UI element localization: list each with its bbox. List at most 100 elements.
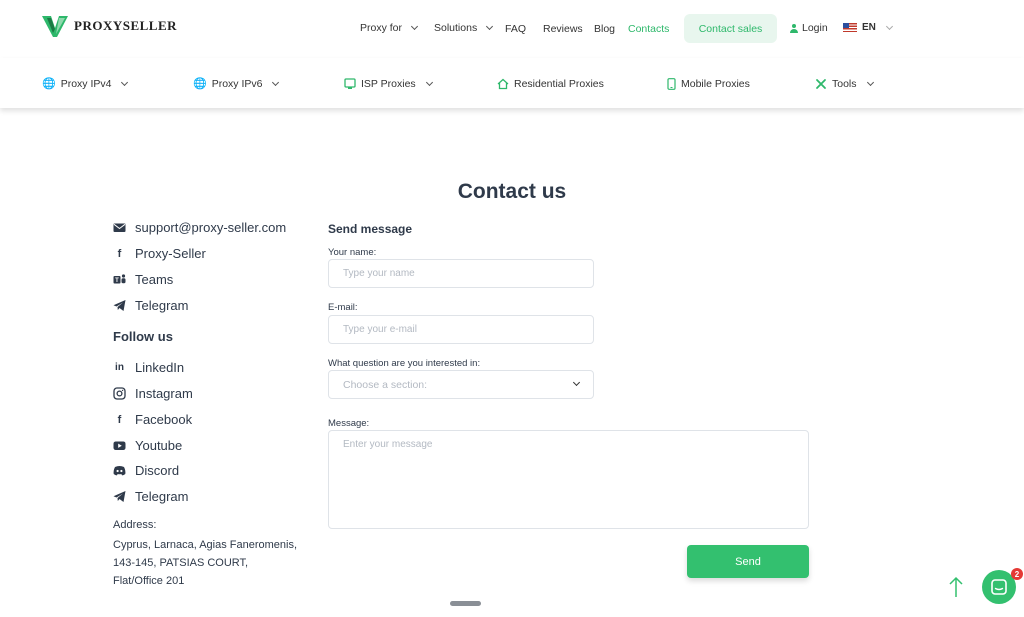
scroll-to-top-icon[interactable] [948,576,964,598]
nav-proxy-for[interactable]: Proxy for [360,22,419,34]
social-telegram-label: Telegram [135,489,189,504]
send-button[interactable]: Send [687,545,809,578]
tools-icon [816,79,826,89]
chat-icon [991,579,1007,595]
chevron-down-icon [885,22,893,30]
contact-teams-label: Teams [135,272,174,287]
home-icon [497,78,509,90]
nav-faq-label: FAQ [505,23,527,35]
instagram-icon [113,387,126,400]
login-link[interactable]: Login [790,22,828,34]
social-youtube-label: Youtube [135,438,183,453]
social-discord-label: Discord [135,463,180,478]
linkedin-icon: in [115,362,124,373]
chevron-down-icon [486,22,494,31]
page-title: Contact us [457,180,567,203]
email-icon [113,223,126,232]
chevron-down-icon [410,22,419,31]
subnav-proxy-ipv6-label: Proxy IPv6 [211,78,263,90]
social-telegram[interactable]: Telegram [113,489,188,504]
address-line: Flat/Office 201 [113,575,185,587]
address-label: Address: [113,519,157,531]
question-label: What question are you interested in: [328,358,481,369]
social-linkedin[interactable]: in LinkedIn [113,360,184,375]
telegram-icon [113,491,126,502]
discord-icon [113,466,126,476]
top-header: PROXYSELLER Proxy for Solutions FAQ Revi… [0,0,1024,58]
chevron-down-icon [866,78,874,87]
social-instagram-label: Instagram [135,386,193,401]
svg-text:T: T [115,278,119,284]
send-message-heading: Send message [328,222,413,236]
isp-icon [344,78,356,89]
scroll-handle[interactable] [450,601,481,606]
telegram-icon [113,300,126,311]
chat-badge: 2 [1011,568,1023,580]
follow-us-heading: Follow us [113,329,173,344]
teams-icon: T [113,274,126,284]
facebook-icon: f [117,247,122,260]
subnav-mobile-proxies[interactable]: Mobile Proxies [667,78,750,90]
subnav-residential-proxies[interactable]: Residential Proxies [497,78,604,90]
user-icon [790,23,798,33]
contact-email-label: support@proxy-seller.com [135,220,287,235]
subnav-mobile-proxies-label: Mobile Proxies [681,78,750,90]
login-label: Login [802,22,828,34]
nav-faq[interactable]: FAQ [505,23,526,35]
chevron-down-icon [272,78,280,87]
logo-text: PROXYSELLER [74,18,178,33]
email-input[interactable] [328,315,594,344]
nav-blog[interactable]: Blog [594,23,615,35]
chevron-down-icon [425,78,433,87]
globe-icon: 🌐 [193,77,207,90]
chevron-down-icon [572,378,581,387]
subnav-isp-proxies[interactable]: ISP Proxies [344,78,433,90]
contact-sales-button[interactable]: Contact sales [684,14,777,43]
subnav-proxy-ipv4-label: Proxy IPv4 [60,78,112,90]
us-flag-icon [843,23,857,32]
social-facebook-label: Facebook [135,412,193,427]
facebook-icon: f [117,413,122,426]
contact-teams[interactable]: T Teams [113,272,173,287]
contact-telegram-label: Telegram [135,298,189,313]
address-text: Cyprus, Larnaca, Agias Faneromenis, 143-… [113,536,313,590]
contact-facebook[interactable]: f Proxy-Seller [113,246,206,261]
subnav-proxy-ipv4[interactable]: 🌐 Proxy IPv4 [42,77,129,90]
address-line: Cyprus, Larnaca, Agias Faneromenis, [113,539,298,551]
address-line: 143-145, PATSIAS COURT, [113,557,249,569]
contact-email[interactable]: support@proxy-seller.com [113,220,286,235]
social-facebook[interactable]: f Facebook [113,412,192,427]
message-textarea[interactable] [328,430,809,529]
section-select[interactable]: Choose a section: [328,370,594,399]
logo[interactable]: PROXYSELLER [42,14,177,38]
product-nav: 🌐 Proxy IPv4 🌐 Proxy IPv6 ISP Proxies Re… [0,58,1024,108]
nav-reviews-label: Reviews [543,23,583,35]
youtube-icon [113,441,126,450]
logo-mark-icon [42,16,68,37]
nav-contacts[interactable]: Contacts [628,23,669,35]
nav-solutions-label: Solutions [434,22,478,34]
social-youtube[interactable]: Youtube [113,438,182,453]
social-discord[interactable]: Discord [113,463,179,478]
subnav-residential-proxies-label: Residential Proxies [514,78,604,90]
social-instagram[interactable]: Instagram [113,386,193,401]
subnav-tools[interactable]: Tools [815,78,874,90]
phone-icon [667,78,676,90]
subnav-proxy-ipv6[interactable]: 🌐 Proxy IPv6 [193,77,280,90]
section-select-placeholder: Choose a section: [343,378,428,391]
nav-blog-label: Blog [594,23,616,35]
nav-reviews[interactable]: Reviews [543,23,583,35]
language-selector[interactable]: EN [843,22,893,33]
nav-solutions[interactable]: Solutions [434,22,494,34]
chevron-down-icon [121,78,129,87]
subnav-tools-label: Tools [832,78,857,90]
contact-facebook-label: Proxy-Seller [135,246,206,261]
language-label: EN [862,22,876,33]
nav-contacts-label: Contacts [628,23,670,35]
name-input[interactable] [328,259,594,288]
contact-telegram[interactable]: Telegram [113,298,188,313]
subnav-isp-proxies-label: ISP Proxies [361,78,416,90]
globe-icon: 🌐 [42,77,56,90]
name-label: Your name: [328,247,377,258]
email-label: E-mail: [328,302,358,313]
